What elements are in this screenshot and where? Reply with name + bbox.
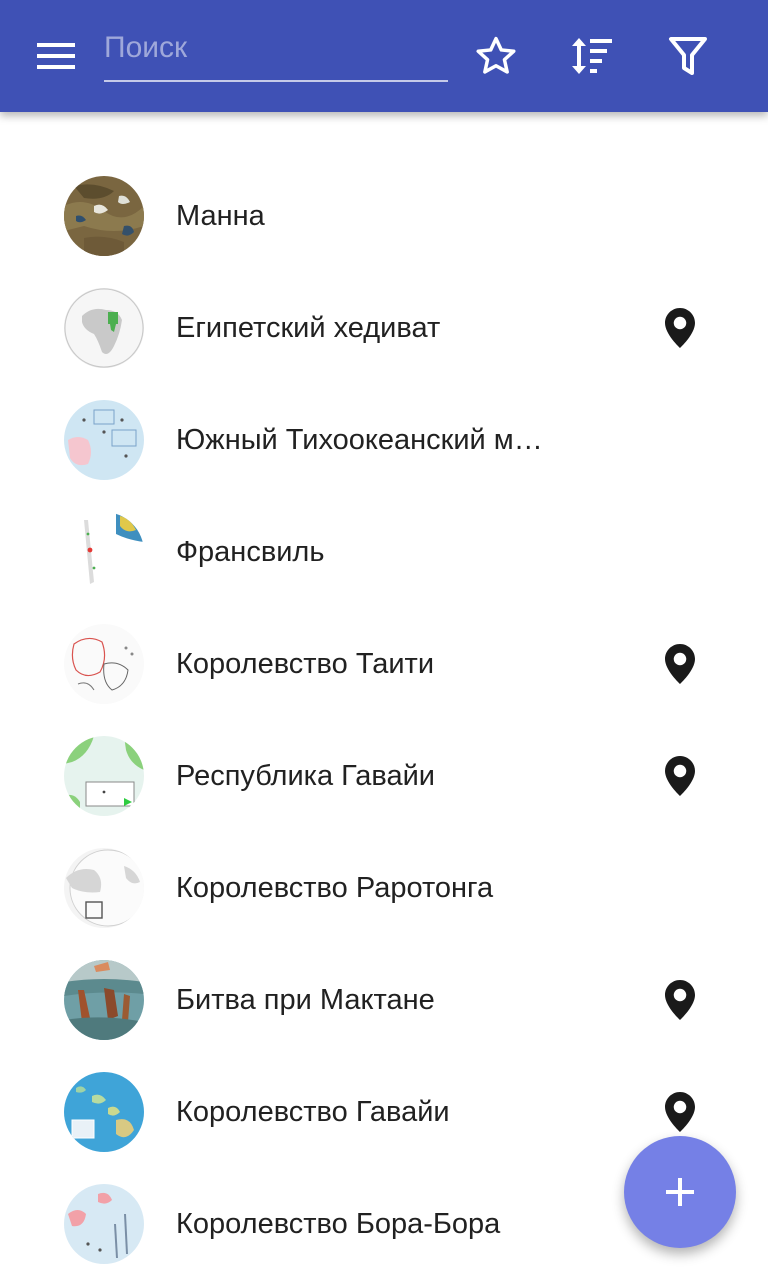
list-item[interactable]: Королевство Таити — [0, 608, 768, 720]
item-label: Королевство Бора-Бора — [176, 1208, 501, 1240]
filter-button[interactable] — [656, 24, 720, 88]
menu-icon — [37, 43, 75, 69]
thumbnail — [64, 848, 144, 928]
location-pin-icon[interactable] — [660, 754, 700, 798]
thumbnail — [64, 736, 144, 816]
thumbnail — [64, 1184, 144, 1264]
add-button[interactable] — [624, 1136, 736, 1248]
app-bar — [0, 0, 768, 112]
list-item[interactable]: Египетский хедиват — [0, 272, 768, 384]
list-item[interactable]: Манна — [0, 160, 768, 272]
item-label: Франсвиль — [176, 536, 325, 568]
thumbnail — [64, 1072, 144, 1152]
item-label: Королевство Раротонга — [176, 872, 494, 904]
item-label: Королевство Гавайи — [176, 1096, 450, 1128]
sort-button[interactable] — [560, 24, 624, 88]
search-field[interactable] — [104, 22, 448, 82]
list-item[interactable]: Франсвиль — [0, 496, 768, 608]
thumbnail — [64, 624, 144, 704]
item-label: Республика Гавайи — [176, 760, 435, 792]
item-label: Королевство Таити — [176, 648, 435, 680]
item-label: Южный Тихоокеанский м… — [176, 424, 543, 456]
item-list: Манна Египетский хедиват Южный Тихоокеан… — [0, 160, 768, 1280]
filter-icon — [669, 37, 707, 75]
thumbnail — [64, 176, 144, 256]
list-item[interactable]: Южный Тихоокеанский м… — [0, 384, 768, 496]
thumbnail — [64, 512, 144, 592]
thumbnail — [64, 960, 144, 1040]
list-item[interactable]: Республика Гавайи — [0, 720, 768, 832]
location-pin-icon[interactable] — [660, 1090, 700, 1134]
item-label: Манна — [176, 200, 265, 232]
location-pin-icon[interactable] — [660, 642, 700, 686]
thumbnail — [64, 288, 144, 368]
search-input[interactable] — [104, 22, 448, 74]
favorites-button[interactable] — [464, 24, 528, 88]
location-pin-icon[interactable] — [660, 978, 700, 1022]
list-item[interactable]: Битва при Мактане — [0, 944, 768, 1056]
plus-icon — [666, 1178, 694, 1206]
location-pin-icon[interactable] — [660, 306, 700, 350]
sort-icon — [572, 38, 612, 74]
item-label: Египетский хедиват — [176, 312, 441, 344]
item-label: Битва при Мактане — [176, 984, 435, 1016]
list-item[interactable]: Королевство Раротонга — [0, 832, 768, 944]
thumbnail — [64, 400, 144, 480]
star-outline-icon — [476, 36, 516, 74]
menu-button[interactable] — [20, 24, 92, 88]
